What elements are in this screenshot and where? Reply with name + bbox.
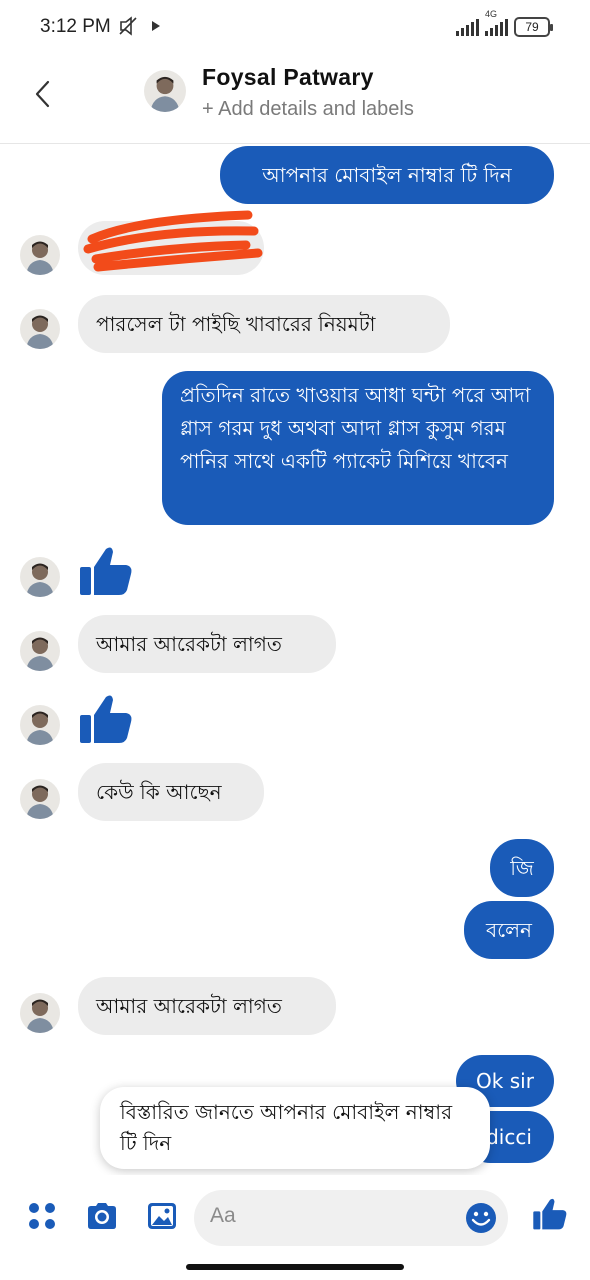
conversation-header: Foysal Patwary + Add details and labels [0,54,590,144]
add-details-link[interactable]: + Add details and labels [202,98,414,121]
message-text: dicci [486,1125,532,1149]
like-button[interactable] [532,1196,568,1232]
incoming-message[interactable]: আমার আরেকটা লাগত [78,977,336,1035]
outgoing-message[interactable]: জি [490,839,554,897]
back-button[interactable] [28,74,62,114]
status-notification-icons [118,16,166,41]
gallery-icon [148,1203,176,1229]
avatar-icon [144,70,186,112]
avatar-icon [20,779,60,819]
message-text: পারসেল টা পাইছি খাবারের নিয়মটা [96,312,376,336]
sender-avatar[interactable] [20,557,60,597]
message-text: প্রতিদিন রাতে খাওয়ার আধা ঘন্টা পরে আদা … [180,383,531,473]
avatar-icon [20,309,60,349]
menu-dots-icon [29,1203,55,1229]
avatar-icon [20,993,60,1033]
message-input[interactable]: Aa [194,1190,508,1246]
thumbs-up-icon[interactable] [78,543,134,599]
incoming-message-redacted[interactable] [78,210,264,275]
message-text: আমার আরেকটা লাগত [96,994,282,1018]
outgoing-message[interactable]: প্রতিদিন রাতে খাওয়ার আধা ঘন্টা পরে আদা … [162,371,554,525]
sender-avatar[interactable] [20,705,60,745]
avatar-icon [20,235,60,275]
camera-icon [88,1203,116,1229]
sender-avatar[interactable] [20,309,60,349]
contact-avatar[interactable] [144,70,186,112]
avatar-icon [20,557,60,597]
status-bar: 3:12 PM 4G 79 [0,0,590,54]
message-text: জি [510,856,534,880]
contact-name[interactable]: Foysal Patwary [202,64,374,91]
message-composer: Aa [0,1180,590,1256]
emoji-icon [466,1203,496,1233]
message-text: আপনার মোবাইল নাম্বার টি দিন [262,163,512,187]
gallery-button[interactable] [144,1198,180,1234]
avatar-icon [20,705,60,745]
outgoing-message[interactable]: বলেন [464,901,554,959]
thumbs-up-icon[interactable] [78,691,134,747]
like-icon [533,1198,567,1230]
sender-avatar[interactable] [20,235,60,275]
tooltip-text: বিস্তারিত জানতে আপনার মোবাইল নাম্বার টি … [120,1100,453,1155]
outgoing-message[interactable]: আপনার মোবাইল নাম্বার টি দিন [220,146,554,204]
redaction-scribble [83,210,263,272]
sender-avatar[interactable] [20,993,60,1033]
message-text: আমার আরেকটা লাগত [96,632,282,656]
message-list[interactable]: আপনার মোবাইল নাম্বার টি দিন পারসেল টা পা… [0,145,590,1175]
mute-icon [119,16,160,36]
message-text: বলেন [485,918,532,942]
incoming-message[interactable]: পারসেল টা পাইছি খাবারের নিয়মটা [78,295,450,353]
camera-button[interactable] [84,1198,120,1234]
emoji-button[interactable] [464,1201,498,1235]
signal-4g-icon: 4G [485,9,508,36]
suggested-reply-tooltip[interactable]: বিস্তারিত জানতে আপনার মোবাইল নাম্বার টি … [100,1087,490,1169]
sender-avatar[interactable] [20,779,60,819]
message-input-placeholder: Aa [210,1204,236,1227]
status-time: 3:12 PM [40,16,111,37]
message-text: Ok sir [476,1069,534,1093]
incoming-message[interactable]: কেউ কি আছেন [78,763,264,821]
battery-indicator: 79 [514,17,553,37]
message-text: কেউ কি আছেন [96,780,222,804]
signal-icon [456,18,479,36]
back-chevron-icon [35,80,50,108]
home-indicator[interactable] [186,1264,404,1270]
incoming-message[interactable]: আমার আরেকটা লাগত [78,615,336,673]
menu-dots-button[interactable] [24,1198,60,1234]
avatar-icon [20,631,60,671]
sender-avatar[interactable] [20,631,60,671]
